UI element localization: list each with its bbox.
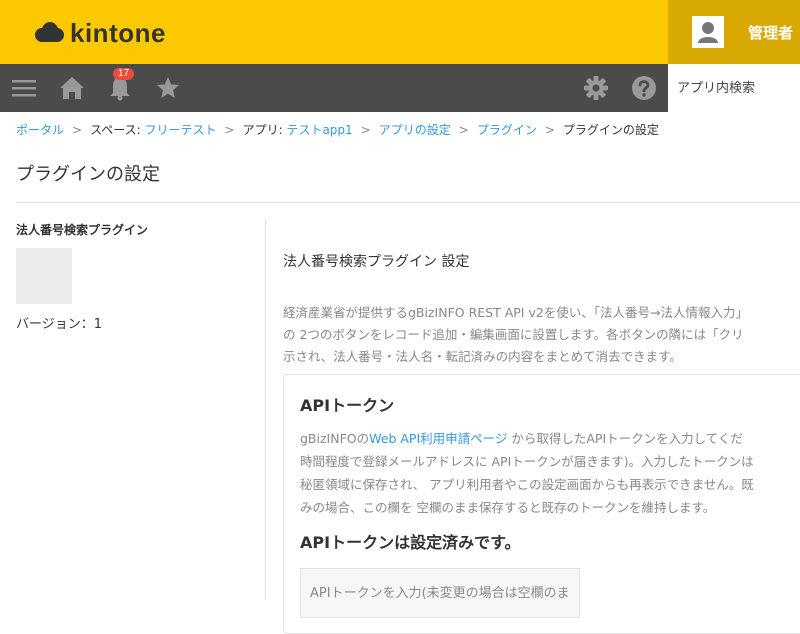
vertical-divider: [265, 220, 266, 600]
breadcrumb-app-settings-link[interactable]: アプリの設定: [379, 123, 451, 137]
breadcrumb-separator: >: [224, 123, 235, 137]
app-search-input[interactable]: [668, 64, 800, 112]
api-token-panel: APIトークン gBizINFOのWeb API利用申請ページ から取得したAP…: [283, 374, 800, 634]
home-icon[interactable]: [58, 74, 86, 102]
desc-prefix: gBizINFOの: [300, 431, 370, 446]
notification-badge: 17: [113, 68, 135, 80]
logo-text: kintone: [70, 17, 166, 48]
api-token-input[interactable]: [300, 568, 580, 618]
plugin-name: 法人番号検索プラグイン: [16, 223, 149, 237]
user-menu[interactable]: 管理者: [668, 0, 800, 64]
plugin-version: バージョン：1: [16, 317, 103, 332]
description-line: gBizINFOのWeb API利用申請ページ から取得したAPIトークンを入力…: [300, 427, 800, 450]
page-title: プラグインの設定: [16, 164, 160, 185]
user-name: 管理者: [748, 24, 794, 42]
api-token-heading: APIトークン: [300, 396, 395, 415]
web-api-application-link[interactable]: Web API利用申請ページ: [369, 431, 507, 446]
breadcrumb-app-link[interactable]: テストapp1: [286, 123, 352, 137]
api-token-description: gBizINFOのWeb API利用申請ページ から取得したAPIトークンを入力…: [300, 427, 800, 519]
breadcrumb-app-prefix: アプリ:: [242, 123, 287, 137]
description-line: 秘匿領域に保存され、 アプリ利用者やこの設定画面からも再表示できません。既: [300, 477, 754, 492]
header-bar: kintone 管理者: [0, 0, 800, 64]
breadcrumb-space-link[interactable]: フリーテスト: [145, 123, 217, 137]
breadcrumb: ポータル > スペース: フリーテスト > アプリ: テストapp1 > アプリの設定 > プラ…: [16, 121, 659, 138]
menu-icon[interactable]: [10, 74, 38, 102]
breadcrumb-portal-link[interactable]: ポータル: [16, 123, 64, 137]
description-line: みの場合、この欄を 空欄のまま保存すると既存のトークンを維持します。: [300, 500, 716, 515]
breadcrumb-space-prefix: スペース:: [90, 123, 145, 137]
description-line: 示され、法人番号・法人名・転記済みの内容をまとめて消去できます。: [283, 349, 682, 364]
divider: [16, 202, 800, 203]
breadcrumb-plugins-link[interactable]: プラグイン: [477, 123, 537, 137]
api-token-status: APIトークンは設定済みです。: [300, 533, 521, 552]
desc-line1-suffix: から取得したAPIトークンを入力してくだ: [507, 431, 743, 446]
breadcrumb-current: プラグインの設定: [562, 123, 659, 137]
help-icon[interactable]: [630, 74, 658, 102]
star-icon[interactable]: [154, 74, 182, 102]
avatar[interactable]: [692, 16, 724, 48]
user-icon: [698, 22, 718, 43]
cloud-logo-icon: [35, 22, 64, 42]
description-line: 経済産業省が提供するgBizINFO REST API v2を使い、「法人番号→…: [283, 305, 749, 320]
nav-bar: 17: [0, 64, 800, 112]
description-line: の 2つのボタンをレコード追加・編集画面に設置します。各ボタンの隣には「クリ: [283, 327, 744, 342]
plugin-icon: [16, 248, 72, 304]
gear-icon[interactable]: [582, 74, 610, 102]
breadcrumb-separator: >: [72, 123, 83, 137]
description-line: 時間程度で登録メールアドレスに APIトークンが届きます)。入力したトークンは: [300, 454, 754, 469]
breadcrumb-separator: >: [458, 123, 469, 137]
breadcrumb-separator: >: [544, 123, 555, 137]
settings-description: 経済産業省が提供するgBizINFO REST API v2を使い、「法人番号→…: [283, 302, 800, 368]
kintone-logo[interactable]: kintone: [34, 17, 166, 49]
breadcrumb-separator: >: [360, 123, 371, 137]
settings-title: 法人番号検索プラグイン 設定: [283, 254, 470, 270]
